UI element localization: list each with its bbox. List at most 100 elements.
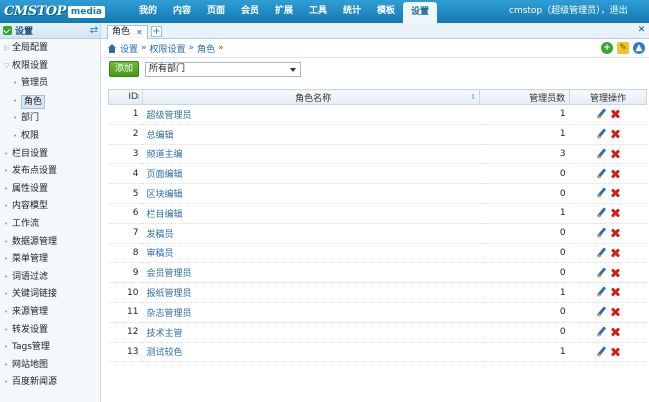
role-name-link[interactable]: 测试较色 — [146, 348, 182, 358]
pencil-icon[interactable] — [596, 149, 606, 159]
breadcrumb-item-2[interactable]: 权限设置 — [150, 42, 186, 55]
sidebar-item-13[interactable]: • 词语过滤 — [0, 269, 100, 287]
row-actions — [569, 104, 647, 125]
up-arrow-icon[interactable]: ▲ — [633, 42, 645, 54]
delete-icon[interactable] — [610, 307, 620, 317]
pencil-icon[interactable] — [596, 188, 606, 198]
role-name-link[interactable]: 杂志管理员 — [146, 309, 191, 319]
sidebar-item-9[interactable]: • 内容模型 — [0, 198, 100, 216]
pencil-icon[interactable] — [596, 109, 606, 119]
tab-roles[interactable]: 角色 ✕ — [107, 25, 148, 39]
sidebar-item-18[interactable]: • 网站地图 — [0, 357, 100, 375]
sidebar-item-5[interactable]: • 权限 — [0, 128, 100, 146]
bullet-icon: • — [4, 290, 9, 299]
nav-item-4[interactable]: 扩展 — [267, 0, 301, 23]
role-name-link[interactable]: 区块编辑 — [146, 190, 182, 200]
nav-item-8[interactable]: 设置 — [403, 2, 437, 23]
pencil-icon[interactable] — [596, 208, 606, 218]
role-name-link[interactable]: 会员管理员 — [146, 269, 191, 279]
delete-icon[interactable] — [610, 228, 620, 238]
nav-item-7[interactable]: 模板 — [369, 0, 403, 23]
logout-link[interactable]: 退出 — [610, 6, 628, 16]
close-icon[interactable]: ✕ — [136, 26, 143, 39]
pencil-icon[interactable] — [596, 327, 606, 337]
sidebar-item-3[interactable]: • 角色 — [0, 93, 100, 111]
breadcrumb-item-3[interactable]: 角色 — [197, 42, 215, 55]
pencil-icon[interactable] — [596, 347, 606, 357]
delete-icon[interactable] — [610, 248, 620, 258]
role-id: 8 — [108, 243, 143, 264]
col-id-header[interactable]: ID ⇕ — [108, 89, 143, 105]
user-name-link[interactable]: cmstop（超级管理员） — [509, 6, 601, 16]
refresh-icon[interactable]: ⇄ — [88, 25, 100, 36]
delete-icon[interactable] — [610, 327, 620, 337]
role-name-link[interactable]: 频道主编 — [146, 150, 182, 160]
nav-item-6[interactable]: 统计 — [335, 0, 369, 23]
add-tab-button[interactable]: + — [151, 26, 162, 37]
delete-icon[interactable] — [610, 347, 620, 357]
delete-icon[interactable] — [610, 208, 620, 218]
sidebar-item-12[interactable]: • 菜单管理 — [0, 251, 100, 269]
sidebar-item-17[interactable]: • Tags管理 — [0, 339, 100, 357]
table-row: 11 杂志管理员 0 — [108, 302, 647, 323]
role-name-link[interactable]: 超级管理员 — [146, 111, 191, 121]
delete-icon[interactable] — [610, 149, 620, 159]
role-name-link[interactable]: 发稿员 — [146, 230, 173, 240]
sidebar-item-14[interactable]: • 关键词链接 — [0, 286, 100, 304]
sidebar-item-label: 来源管理 — [12, 306, 49, 317]
nav-item-0[interactable]: 我的 — [131, 0, 165, 23]
nav-item-1[interactable]: 内容 — [165, 0, 199, 23]
user-info: cmstop（超级管理员），退出 — [509, 0, 628, 23]
sidebar-item-10[interactable]: • 工作流 — [0, 216, 100, 234]
sidebar-item-0[interactable]: ▷ 全局配置 — [0, 40, 100, 58]
pencil-icon[interactable] — [596, 287, 606, 297]
pencil-icon[interactable] — [596, 307, 606, 317]
delete-icon[interactable] — [610, 169, 620, 179]
department-select[interactable]: 所有部门 — [145, 61, 301, 77]
sidebar-item-16[interactable]: • 转发设置 — [0, 322, 100, 340]
role-name-link[interactable]: 页面编辑 — [146, 170, 182, 180]
roles-table: ID ⇕ 角色名称 ⇕ 管理员数 管理操作 1 超级管理员 1 2 总编辑 1 3 频道主编 3 4 页… — [108, 89, 647, 363]
col-name-header[interactable]: 角色名称 ⇕ — [141, 89, 481, 105]
sidebar-item-15[interactable]: • 来源管理 — [0, 304, 100, 322]
role-name-link[interactable]: 审稿员 — [146, 249, 173, 259]
nav-item-5[interactable]: 工具 — [301, 0, 335, 23]
add-circle-icon[interactable]: + — [601, 42, 613, 54]
bullet-icon: • — [4, 255, 9, 264]
sidebar-item-11[interactable]: • 数据源管理 — [0, 234, 100, 252]
role-name-link[interactable]: 总编辑 — [146, 131, 173, 141]
sidebar-item-19[interactable]: • 百度新闻源 — [0, 374, 100, 392]
role-id: 9 — [108, 262, 143, 284]
close-all-icon[interactable]: ✕ — [636, 25, 647, 36]
pencil-icon[interactable] — [596, 248, 606, 258]
sidebar-item-4[interactable]: • 部门 — [0, 110, 100, 128]
sidebar-item-6[interactable]: • 栏目设置 — [0, 146, 100, 164]
role-name-link[interactable]: 栏目编辑 — [146, 210, 182, 220]
note-icon[interactable]: ✎ — [617, 42, 629, 54]
home-icon[interactable] — [107, 43, 117, 53]
delete-icon[interactable] — [610, 268, 620, 278]
nav-item-2[interactable]: 页面 — [199, 0, 233, 23]
pencil-icon[interactable] — [596, 169, 606, 179]
role-name-link[interactable]: 报纸管理员 — [146, 289, 191, 299]
pencil-icon[interactable] — [596, 268, 606, 278]
sidebar-item-2[interactable]: • 管理员 — [0, 75, 100, 93]
table-row: 1 超级管理员 1 — [108, 104, 647, 125]
delete-icon[interactable] — [610, 109, 620, 119]
row-actions — [569, 124, 647, 145]
table-row: 4 页面编辑 0 — [108, 163, 647, 185]
pencil-icon[interactable] — [596, 228, 606, 238]
role-name-link[interactable]: 技术主管 — [146, 329, 182, 339]
nav-item-3[interactable]: 会员 — [233, 0, 267, 23]
delete-icon[interactable] — [610, 287, 620, 297]
sidebar-item-8[interactable]: • 属性设置 — [0, 181, 100, 199]
breadcrumb-item-1[interactable]: 设置 — [120, 42, 138, 55]
add-role-button[interactable]: 添加 — [109, 61, 139, 77]
bullet-icon: • — [4, 378, 9, 387]
delete-icon[interactable] — [610, 129, 620, 139]
delete-icon[interactable] — [610, 188, 620, 198]
pencil-icon[interactable] — [596, 129, 606, 139]
role-id: 7 — [108, 223, 143, 244]
sidebar-item-1[interactable]: ▽ 权限设置 — [0, 58, 100, 76]
sidebar-item-7[interactable]: • 发布点设置 — [0, 163, 100, 181]
